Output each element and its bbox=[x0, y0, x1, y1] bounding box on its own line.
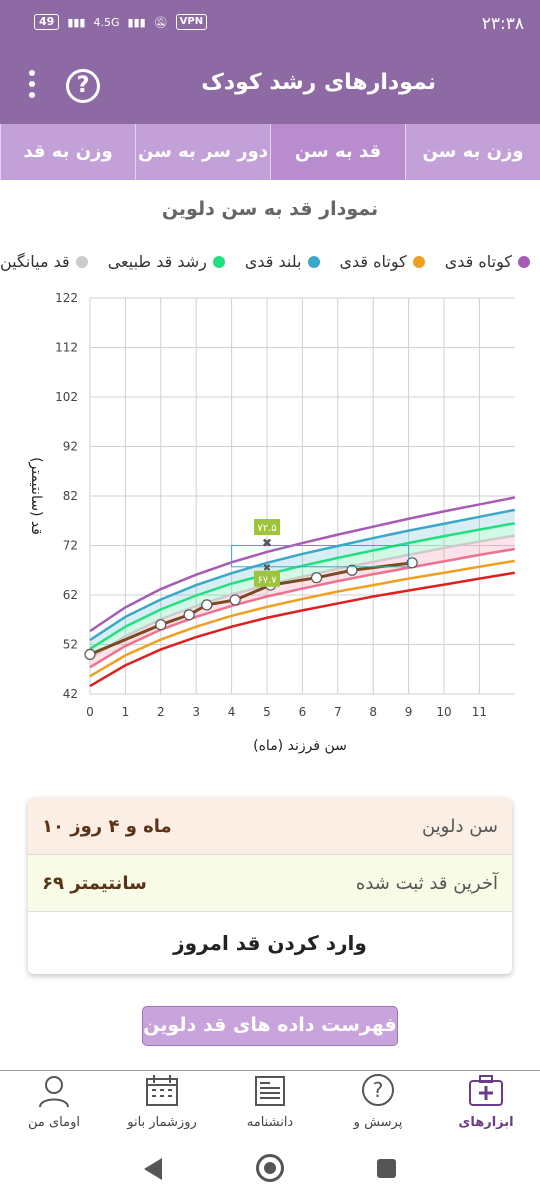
legend-label: کوتاه قدی bbox=[339, 252, 407, 271]
legend-dot bbox=[307, 255, 320, 268]
battery-icon: 49 bbox=[34, 14, 60, 30]
legend-dot bbox=[412, 255, 425, 268]
medical-kit-icon bbox=[469, 1075, 503, 1106]
y-tick-label: 102 bbox=[55, 390, 78, 404]
y-tick-label: 112 bbox=[55, 341, 78, 355]
legend-item: کوتاه قدی bbox=[445, 252, 530, 271]
data-point bbox=[229, 594, 241, 606]
nav-encyclopedia[interactable]: دانشنامه bbox=[216, 1071, 324, 1142]
info-card: سن دلوین ۱۰ ماه و ۴ روز آخرین قد ثبت شده… bbox=[28, 798, 512, 974]
overflow-menu-icon[interactable] bbox=[24, 68, 40, 104]
marker-cross: ✖ bbox=[262, 536, 272, 550]
x-tick-label: 11 bbox=[472, 705, 487, 719]
y-axis-label: قد (سانتیمتر) bbox=[28, 457, 44, 535]
home-icon[interactable] bbox=[256, 1154, 284, 1182]
y-tick-label: 122 bbox=[55, 291, 78, 305]
legend-dot bbox=[212, 255, 225, 268]
height-row: آخرین قد ثبت شده ۶۹ سانتیمتر bbox=[28, 855, 512, 912]
nav-label: اومای من bbox=[28, 1115, 80, 1130]
legend-label: کوتاه قدی bbox=[444, 252, 512, 271]
y-tick-label: 92 bbox=[63, 440, 78, 454]
y-tick-label: 42 bbox=[63, 687, 78, 701]
x-tick-label: 8 bbox=[369, 705, 377, 719]
height-age-chart[interactable]: 0 1 2 3 4 5 6 7 8 9 10 11 42 52 62 72 82 92 102 112 122 سن فر… bbox=[0, 280, 540, 780]
nav-label: ابزارهای bbox=[458, 1115, 514, 1130]
tab-weight-age[interactable]: وزن به سن bbox=[405, 124, 540, 180]
x-axis-label: سن فرزند (ماه) bbox=[253, 738, 347, 754]
nav-label: روزشمار بانو bbox=[127, 1115, 197, 1130]
y-tick-label: 82 bbox=[63, 489, 78, 503]
nav-tools[interactable]: ابزارهای bbox=[432, 1071, 540, 1142]
x-tick-label: 2 bbox=[157, 705, 165, 719]
vpn-icon: VPN bbox=[175, 14, 208, 30]
back-icon[interactable] bbox=[144, 1158, 162, 1180]
data-point bbox=[155, 619, 167, 631]
tab-weight-height[interactable]: وزن به قد bbox=[0, 124, 135, 180]
legend-item: بلند قدی bbox=[245, 252, 320, 271]
app-bar: ? نمودارهای رشد کودک bbox=[0, 48, 540, 124]
chart-title: نمودار قد به سن دلوین bbox=[161, 198, 379, 220]
age-row: سن دلوین ۱۰ ماه و ۴ روز bbox=[28, 798, 512, 855]
legend-item: کوتاه قدی bbox=[340, 252, 425, 271]
mute-icon: 🔕︎ bbox=[153, 15, 168, 29]
legend-label: بلند قدی bbox=[244, 252, 302, 271]
legend-item: قد میانگین bbox=[0, 252, 88, 271]
clock: ۲۳:۳۸ bbox=[481, 14, 524, 34]
network-label: 4.5G bbox=[93, 15, 120, 29]
tab-head-age[interactable]: دور سر به سن bbox=[135, 124, 270, 180]
newspaper-icon bbox=[255, 1076, 285, 1106]
status-icons: 49 ▮▮▮ 4.5G ▮▮▮ 🔕︎ VPN bbox=[34, 14, 208, 30]
nav-profile[interactable]: اومای من bbox=[0, 1071, 108, 1142]
legend-item: رشد قد طبیعی bbox=[108, 252, 225, 271]
question-icon: ? bbox=[362, 1074, 394, 1106]
nav-questions[interactable]: ? پرسش و bbox=[324, 1071, 432, 1142]
y-tick-label: 72 bbox=[63, 539, 78, 553]
x-tick-label: 0 bbox=[86, 705, 94, 719]
system-nav bbox=[0, 1142, 540, 1200]
nav-label: پرسش و bbox=[353, 1115, 403, 1130]
page-title: نمودارهای رشد کودک bbox=[201, 70, 436, 95]
height-label: آخرین قد ثبت شده bbox=[355, 872, 498, 894]
status-bar: 49 ▮▮▮ 4.5G ▮▮▮ 🔕︎ VPN ۲۳:۳۸ bbox=[0, 0, 540, 48]
nav-calendar[interactable]: روزشمار بانو bbox=[108, 1071, 216, 1142]
legend-dot bbox=[517, 255, 530, 268]
signal-icon-2: ▮▮▮ bbox=[127, 15, 146, 29]
height-list-button[interactable]: فهرست داده های قد دلوین bbox=[142, 1006, 398, 1046]
x-tick-label: 6 bbox=[299, 705, 307, 719]
marker-label: ۶۷.۷ bbox=[257, 575, 277, 586]
help-icon[interactable]: ? bbox=[66, 69, 100, 103]
profile-icon bbox=[39, 1076, 69, 1108]
chart-legend: کوتاه قدی کوتاه قدی بلند قدی رشد قد طبیع… bbox=[0, 252, 530, 271]
data-point bbox=[84, 648, 96, 660]
nav-label: دانشنامه bbox=[246, 1115, 294, 1130]
svg-text:?: ? bbox=[373, 1078, 384, 1102]
enter-height-button[interactable]: وارد کردن قد امروز bbox=[28, 912, 512, 974]
data-point bbox=[310, 572, 323, 584]
legend-label: رشد قد طبیعی bbox=[107, 252, 207, 271]
recents-icon[interactable] bbox=[377, 1159, 396, 1178]
signal-icon: ▮▮▮ bbox=[67, 15, 86, 29]
data-point bbox=[201, 599, 213, 611]
legend-label: قد میانگین bbox=[0, 252, 70, 271]
tab-bar: وزن به سن قد به سن دور سر به سن وزن به ق… bbox=[0, 124, 540, 180]
y-tick-label: 62 bbox=[63, 588, 78, 602]
x-tick-label: 3 bbox=[192, 705, 200, 719]
tab-height-age[interactable]: قد به سن bbox=[270, 124, 405, 180]
bottom-nav: ابزارهای ? پرسش و دانشنامه روزشمار بانو … bbox=[0, 1070, 540, 1142]
data-point bbox=[183, 609, 195, 621]
y-tick-label: 52 bbox=[63, 638, 78, 652]
age-label: سن دلوین bbox=[421, 815, 498, 837]
x-tick-label: 4 bbox=[228, 705, 236, 719]
x-tick-label: 7 bbox=[334, 705, 342, 719]
x-tick-label: 9 bbox=[405, 705, 413, 719]
x-tick-label: 1 bbox=[122, 705, 130, 719]
x-tick-label: 5 bbox=[263, 705, 271, 719]
age-value: ۱۰ ماه و ۴ روز bbox=[42, 815, 172, 837]
x-tick-label: 10 bbox=[436, 705, 451, 719]
marker-label: ۷۲.۵ bbox=[257, 523, 276, 534]
height-value: ۶۹ سانتیمتر bbox=[42, 872, 147, 894]
legend-dot bbox=[75, 255, 88, 268]
calendar-icon bbox=[146, 1075, 178, 1106]
